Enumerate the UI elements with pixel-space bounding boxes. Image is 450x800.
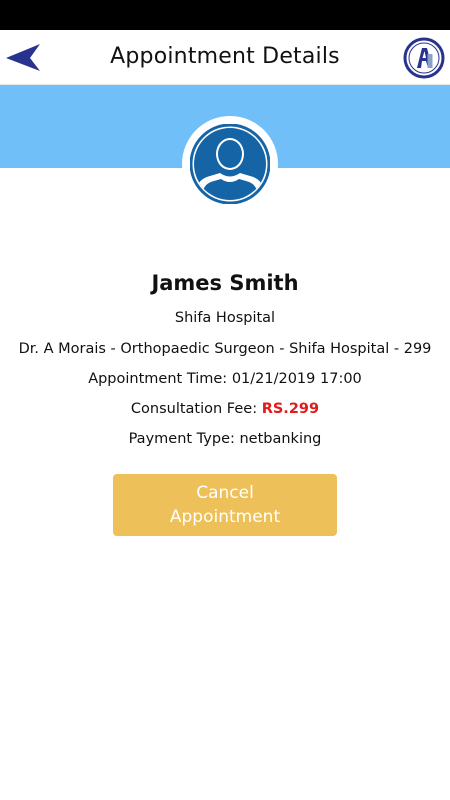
payment-type: Payment Type: netbanking: [0, 429, 450, 449]
payment-type-label: Payment Type:: [128, 431, 235, 447]
app-logo-icon: [403, 37, 445, 79]
app-bar: Appointment Details: [0, 30, 450, 85]
consultation-fee-label: Consultation Fee:: [130, 401, 258, 417]
doctor-details: Dr. A Morais - Orthopaedic Surgeon - Shi…: [18, 341, 432, 357]
status-bar: [0, 0, 450, 30]
cancel-button-line2: Appointment: [169, 507, 281, 527]
avatar: [182, 116, 278, 212]
patient-name: James Smith: [151, 271, 299, 295]
page-title: Appointment Details: [110, 44, 340, 69]
cancel-button-line1: Cancel: [196, 483, 254, 503]
payment-type-value: netbanking: [239, 431, 322, 447]
appointment-time-value: 01/21/2019 17:00: [231, 371, 362, 387]
hospital-name: Shifa Hospital: [174, 310, 276, 326]
consultation-fee: Consultation Fee: RS.299: [0, 399, 450, 419]
app-logo-button[interactable]: [403, 37, 445, 79]
user-avatar-icon: [190, 124, 270, 204]
cancel-appointment-button[interactable]: Cancel Appointment: [113, 474, 337, 536]
appointment-time: Appointment Time: 01/21/2019 17:00: [0, 369, 450, 389]
consultation-fee-value: RS.299: [261, 401, 320, 417]
appointment-time-label: Appointment Time:: [88, 371, 228, 387]
